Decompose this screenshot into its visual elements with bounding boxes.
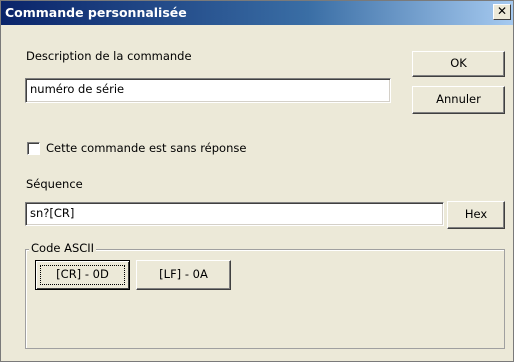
title-bar[interactable]: Commande personnalisée ✕ <box>1 1 513 25</box>
ascii-code-legend: Code ASCII <box>29 241 97 255</box>
sequence-input[interactable]: sn?[CR] <box>25 202 444 226</box>
hex-button[interactable]: Hex <box>447 201 505 229</box>
custom-command-dialog: Commande personnalisée ✕ Description de … <box>0 0 514 362</box>
hex-button-label: Hex <box>464 207 488 221</box>
dialog-title: Commande personnalisée <box>5 5 187 20</box>
description-input[interactable]: numéro de série <box>25 78 391 103</box>
close-button[interactable]: ✕ <box>493 4 511 20</box>
description-value: numéro de série <box>30 82 125 96</box>
description-label: Description de la commande <box>26 49 192 63</box>
ok-button[interactable]: OK <box>412 51 505 77</box>
sequence-label: Séquence <box>26 177 83 191</box>
focus-outline <box>40 265 125 285</box>
ok-button-label: OK <box>450 56 467 70</box>
ascii-code-lf-button[interactable]: [LF] - 0A <box>136 260 231 290</box>
cancel-button-label: Annuler <box>436 92 481 106</box>
sequence-value: sn?[CR] <box>30 206 75 220</box>
ascii-code-cr-button[interactable]: [CR] - 0D <box>35 260 130 290</box>
cancel-button[interactable]: Annuler <box>412 86 505 114</box>
ascii-code-lf-label: [LF] - 0A <box>159 267 208 281</box>
no-response-label[interactable]: Cette commande est sans réponse <box>46 141 246 155</box>
no-response-checkbox[interactable] <box>27 142 40 155</box>
close-icon: ✕ <box>496 4 508 18</box>
